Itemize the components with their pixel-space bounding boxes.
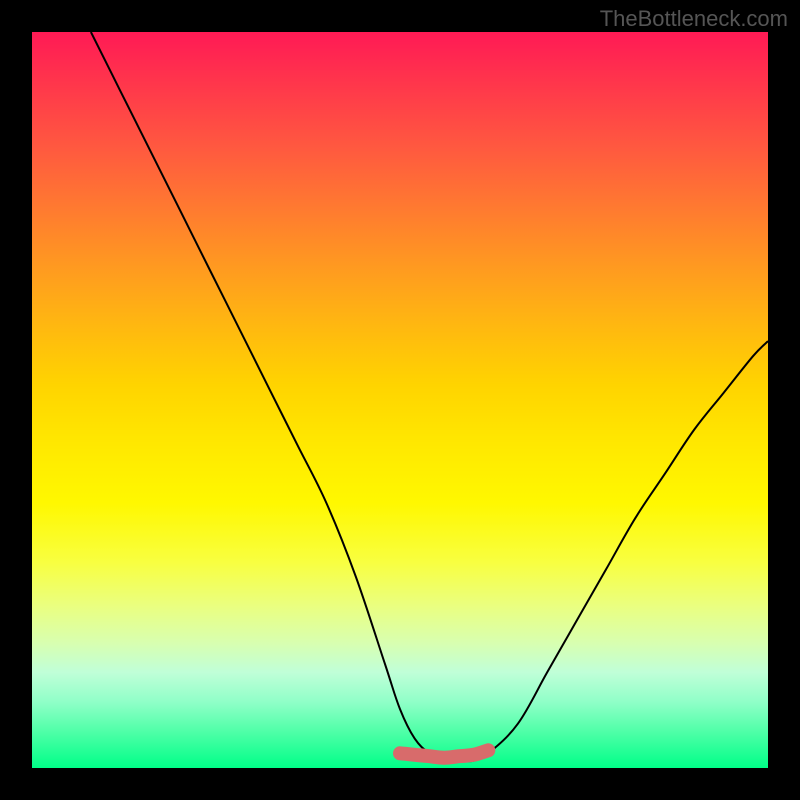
chart-plot-area <box>32 32 768 768</box>
chart-svg <box>32 32 768 768</box>
watermark-text: TheBottleneck.com <box>600 6 788 32</box>
bottom-marker-line <box>400 750 488 757</box>
curve-line <box>91 32 768 761</box>
